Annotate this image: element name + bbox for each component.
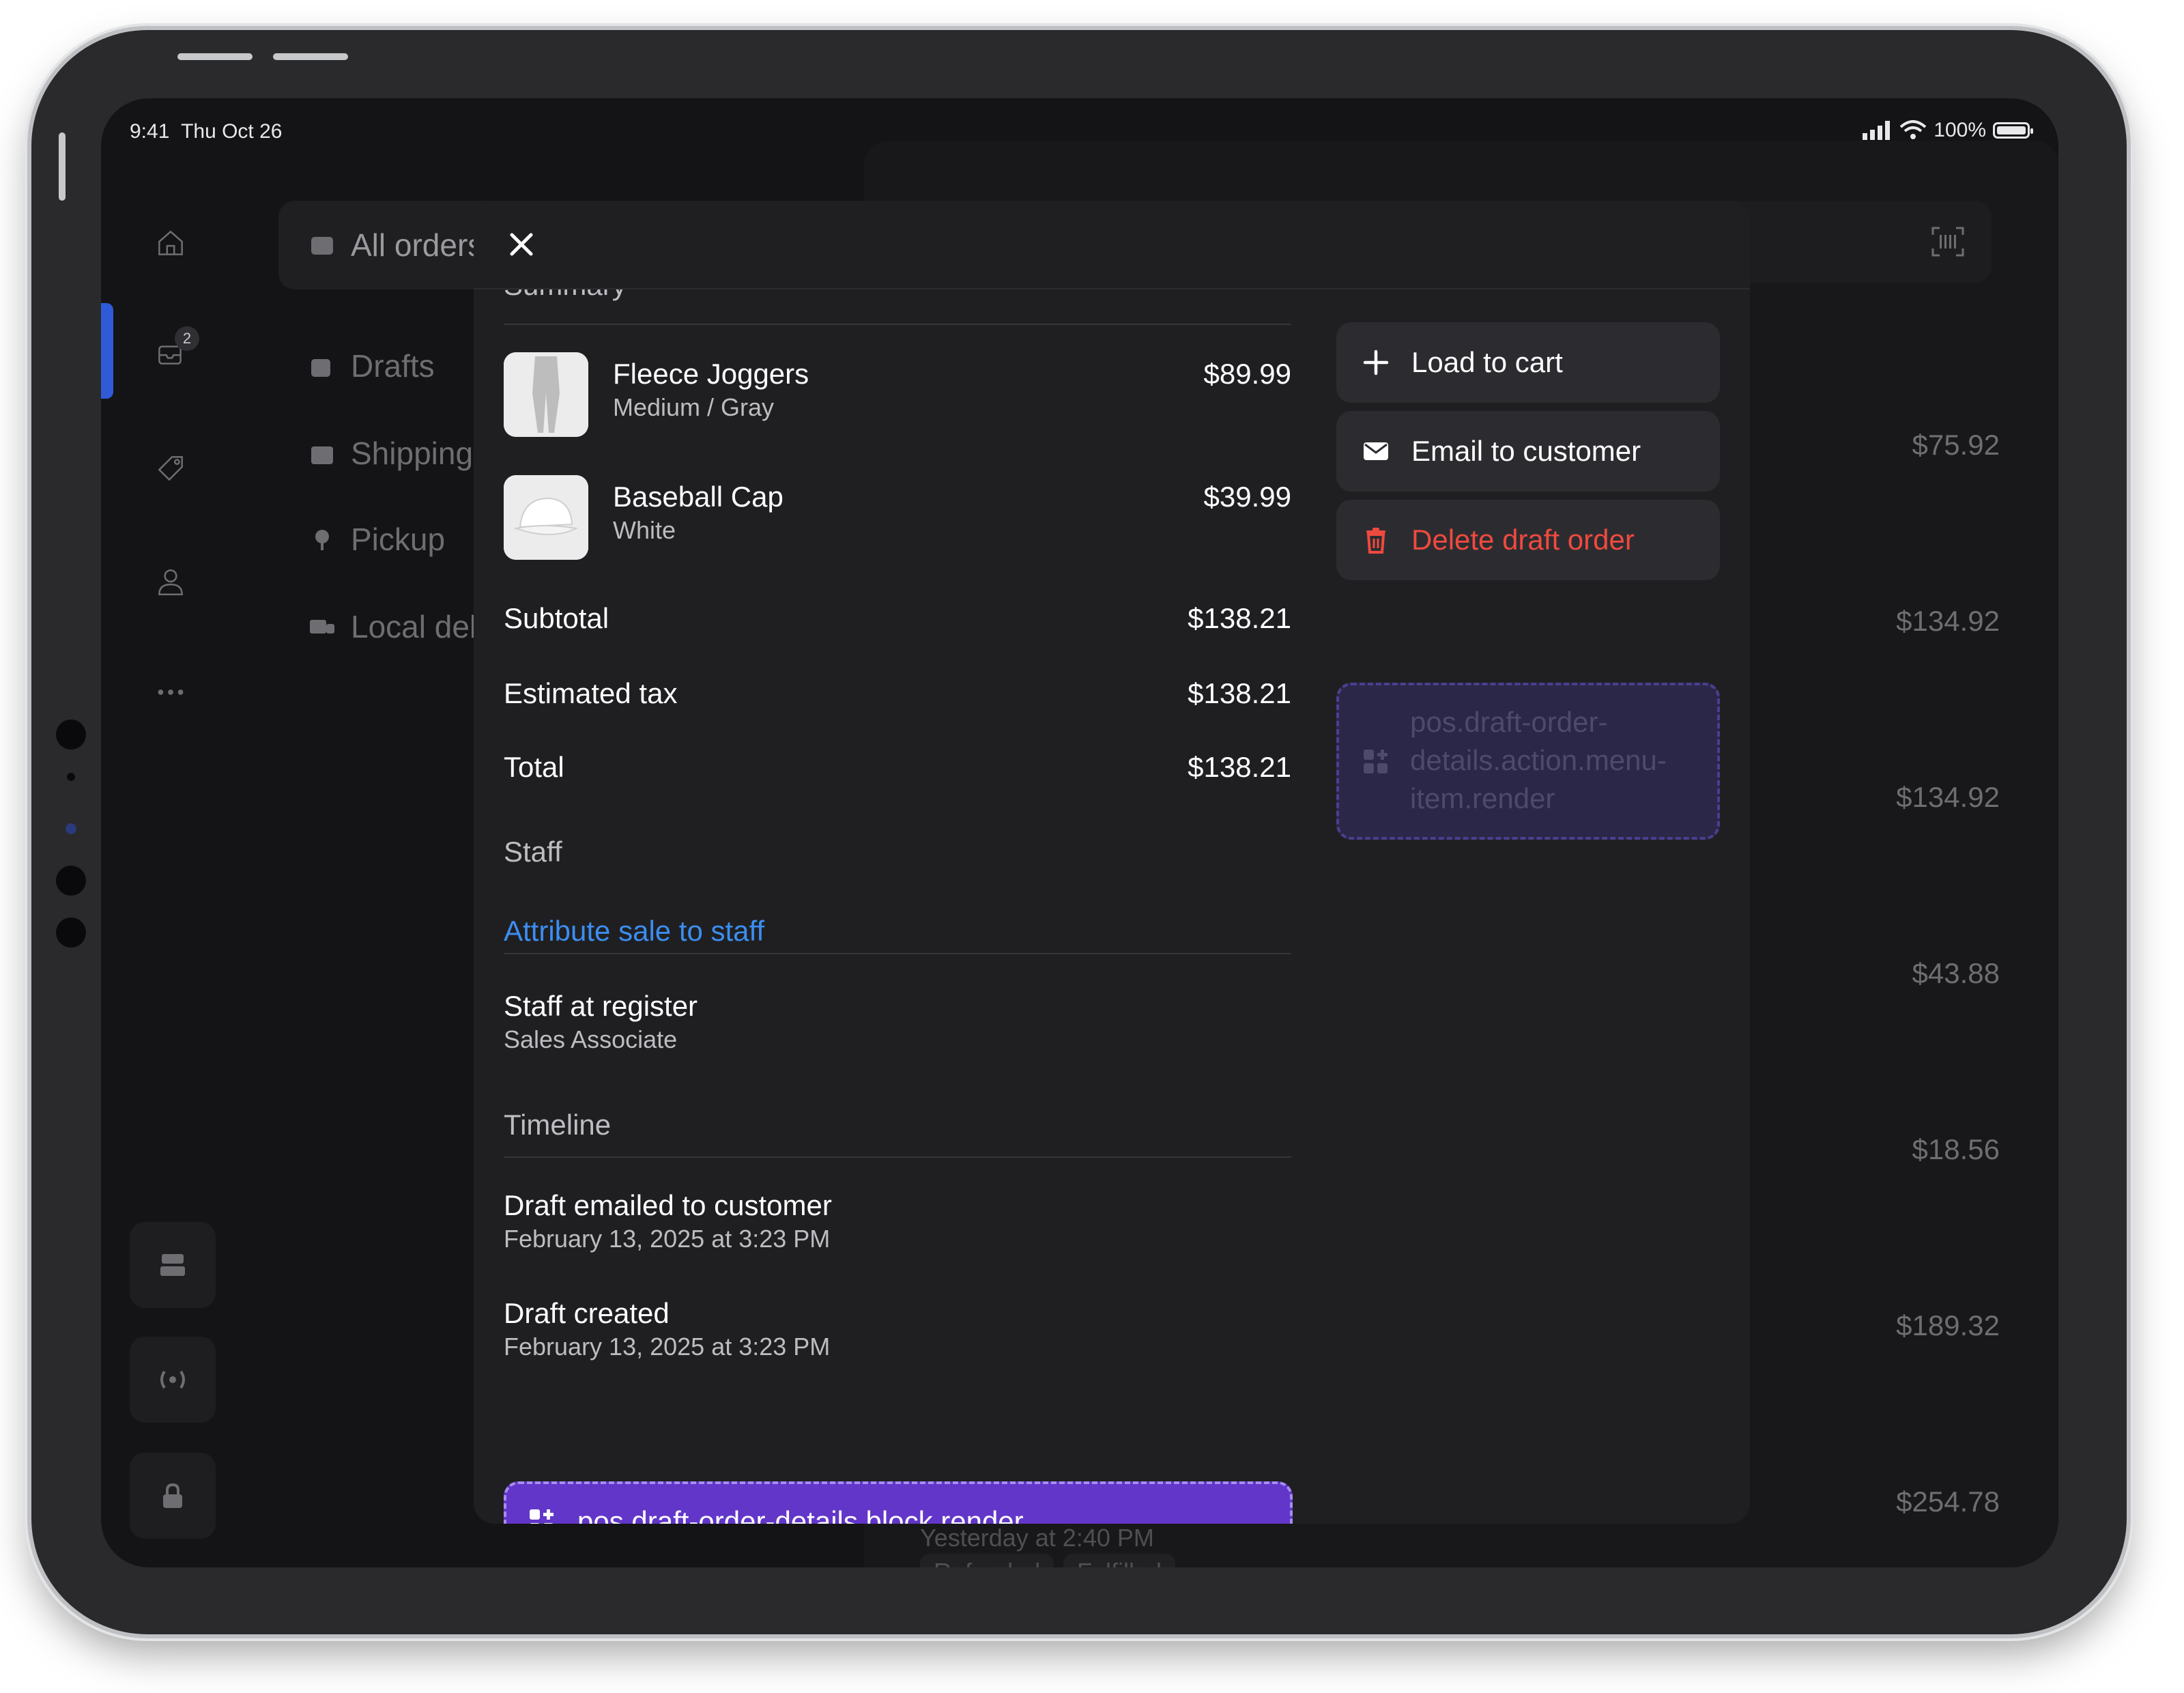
delete-draft-order-button[interactable]: Delete draft order	[1336, 500, 1720, 580]
staff-register-label: Staff at register	[504, 990, 698, 1022]
camera-dot	[56, 917, 86, 948]
nav-drafts[interactable]: Drafts	[308, 332, 435, 400]
envelope-icon	[1364, 442, 1388, 460]
order-price: $43.88	[1912, 957, 2000, 989]
order-price: $134.92	[1896, 605, 2000, 637]
volume-button	[273, 53, 348, 60]
order-price: $134.92	[1896, 781, 2000, 813]
divider	[504, 1156, 1291, 1158]
status-chip: Refunded	[920, 1554, 1054, 1567]
timeline-event-title: Draft created	[504, 1297, 670, 1329]
app-blocks-icon	[530, 1509, 554, 1524]
volume-button	[177, 53, 253, 60]
item-price: $89.99	[1203, 358, 1291, 390]
inbox-icon	[311, 237, 333, 255]
app-blocks-icon	[1364, 750, 1388, 773]
email-to-customer-button[interactable]: Email to customer	[1336, 411, 1720, 492]
rail-active-indicator	[101, 303, 113, 399]
orders-icon[interactable]: 2	[149, 326, 199, 374]
total-value: $138.21	[1188, 751, 1291, 783]
block-extension-target[interactable]: pos.draft-order-details.block.render	[504, 1481, 1293, 1524]
item-price: $39.99	[1203, 481, 1291, 513]
total-label: Total	[504, 751, 564, 783]
tax-label: Estimated tax	[504, 677, 678, 709]
modal-header	[474, 201, 1750, 289]
subtotal-label: Subtotal	[504, 602, 609, 634]
nav-pickup[interactable]: Pickup	[308, 505, 445, 573]
status-chip: Fulfilled	[1063, 1554, 1176, 1567]
subtotal-value: $138.21	[1188, 602, 1291, 634]
wifi-icon	[1899, 120, 1927, 139]
tax-value: $138.21	[1188, 677, 1291, 709]
barcode-scan-icon[interactable]	[1931, 227, 1964, 257]
close-icon	[510, 233, 533, 256]
more-icon[interactable]	[149, 670, 192, 714]
truck-icon	[310, 620, 334, 634]
order-price: $254.78	[1896, 1485, 2000, 1518]
camera-dot	[56, 720, 86, 750]
signal-icon	[1863, 121, 1891, 140]
attribute-sale-link[interactable]: Attribute sale to staff	[504, 915, 764, 948]
draft-order-modal: Summary Fleece Joggers Medium / Gray $89…	[474, 201, 1750, 1524]
battery-percent: 100%	[1934, 119, 1986, 141]
timeline-title: Timeline	[504, 1109, 612, 1141]
trash-icon	[1366, 528, 1385, 554]
product-image-joggers	[504, 352, 588, 437]
item-name: Fleece Joggers	[613, 358, 809, 390]
plus-icon	[1363, 350, 1389, 375]
divider	[504, 324, 1291, 325]
order-price: $189.32	[1896, 1309, 2000, 1341]
sensor-dot	[66, 823, 76, 834]
staff-title: Staff	[504, 836, 562, 868]
order-time: Yesterday at 2:40 PM	[920, 1524, 1154, 1552]
product-image-cap	[504, 475, 588, 560]
divider	[504, 953, 1291, 954]
screen: 9:41 Thu Oct 26 100% 2 All orders Drafts…	[101, 98, 2058, 1567]
ipad-frame: 9:41 Thu Oct 26 100% 2 All orders Drafts…	[31, 30, 2127, 1634]
timeline-event-time: February 13, 2025 at 3:23 PM	[504, 1333, 831, 1361]
person-icon[interactable]	[149, 560, 192, 603]
tag-icon[interactable]	[149, 446, 192, 490]
box-icon	[311, 446, 333, 464]
order-price: $18.56	[1912, 1133, 2000, 1165]
pin-icon	[315, 530, 329, 550]
home-icon[interactable]	[149, 221, 192, 265]
battery-icon	[1993, 122, 2033, 139]
draft-icon	[311, 359, 330, 377]
item-name: Baseball Cap	[613, 481, 784, 513]
menu-item-extension-target[interactable]: pos.draft-order-details.action.menu-item…	[1336, 683, 1720, 840]
timeline-event-time: February 13, 2025 at 3:23 PM	[504, 1225, 831, 1253]
camera-dot	[56, 866, 86, 896]
sensor-dot	[67, 773, 75, 781]
item-variant: Medium / Gray	[613, 393, 775, 421]
status-time: 9:41 Thu Oct 26	[130, 120, 283, 143]
load-to-cart-button[interactable]: Load to cart	[1336, 322, 1720, 403]
broadcast-icon[interactable]	[130, 1337, 216, 1423]
timeline-event-title: Draft emailed to customer	[504, 1189, 832, 1221]
side-button	[59, 132, 66, 201]
lock-icon[interactable]	[130, 1453, 216, 1539]
close-button[interactable]	[501, 224, 542, 265]
nav-shipping[interactable]: Shipping	[308, 419, 473, 487]
staff-role: Sales Associate	[504, 1025, 678, 1053]
item-variant: White	[613, 516, 676, 544]
register-icon[interactable]	[130, 1222, 216, 1308]
order-price: $75.92	[1912, 429, 2000, 461]
orders-badge: 2	[175, 326, 199, 351]
